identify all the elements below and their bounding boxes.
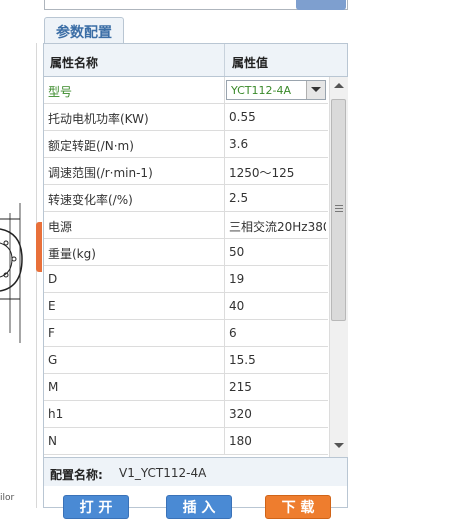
column-divider — [224, 104, 225, 131]
table-header: 属性名称 属性值 — [44, 44, 347, 77]
column-divider — [224, 239, 225, 266]
row-name: 托动电机功率(KW) — [48, 112, 149, 126]
table-row: G 15.5 — [44, 347, 328, 374]
header-property-value: 属性值 — [232, 56, 269, 70]
row-value: 1250～125 — [229, 166, 295, 180]
scroll-down-icon[interactable] — [334, 443, 344, 448]
table-row: 托动电机功率(KW) 0.55 — [44, 104, 328, 131]
column-divider — [224, 347, 225, 374]
table-row: E 40 — [44, 293, 328, 320]
column-divider — [224, 77, 225, 104]
parameter-panel: 属性名称 属性值 型号 YCT112-4A 托动电机功率(KW) 0.55 额定转… — [43, 43, 348, 519]
header-divider — [224, 44, 225, 76]
insert-button[interactable]: 插 入 — [166, 495, 232, 519]
collapse-toggle-handle[interactable] — [36, 222, 42, 272]
table-row: D 19 — [44, 266, 328, 293]
column-divider — [224, 266, 225, 293]
top-strip: ………… — [0, 0, 461, 14]
top-search-button[interactable] — [296, 0, 346, 10]
row-name: N — [48, 434, 57, 448]
table-row: 电源 三相交流20Hz380V — [44, 212, 328, 239]
drawing-caption: ilor — [0, 493, 15, 503]
table-row: 转速变化率(/%) 2.5 — [44, 185, 328, 212]
table-row: 型号 YCT112-4A — [44, 77, 328, 104]
table-row: 额定转距(/N·m) 3.6 — [44, 131, 328, 158]
row-value: 2.5 — [229, 191, 249, 205]
row-value: 3.6 — [229, 137, 249, 151]
column-divider — [224, 401, 225, 428]
grip-line — [335, 205, 343, 206]
model-select-value: YCT112-4A — [231, 84, 292, 97]
header-property-name: 属性名称 — [50, 56, 99, 70]
row-name: 调速范围(/r·min-1) — [48, 166, 153, 180]
grip-line — [335, 211, 343, 212]
row-name: 额定转距(/N·m) — [48, 139, 134, 153]
row-value: 40 — [229, 299, 245, 313]
row-name: h1 — [48, 407, 64, 421]
row-value: 180 — [229, 434, 252, 448]
row-name: 型号 — [48, 85, 73, 99]
row-name: 重量(kg) — [48, 247, 96, 261]
open-button[interactable]: 打 开 — [63, 495, 129, 519]
row-name: E — [48, 299, 56, 313]
tab-parameter-config[interactable]: 参数配置 — [44, 17, 124, 43]
row-value: 215 — [229, 380, 252, 394]
config-name-bar: 配置名称: V1_YCT112-4A — [44, 457, 347, 486]
column-divider — [224, 131, 225, 158]
grip-line — [335, 208, 343, 209]
row-value: 19 — [229, 272, 245, 286]
row-name: F — [48, 326, 55, 340]
table-row: M 215 — [44, 374, 328, 401]
row-name: D — [48, 272, 58, 286]
row-name: 转速变化率(/%) — [48, 193, 133, 207]
row-value: 50 — [229, 245, 245, 259]
config-name-label: 配置名称: — [50, 468, 103, 482]
column-divider — [224, 212, 225, 239]
config-name-value: V1_YCT112-4A — [119, 466, 207, 480]
table-row: 调速范围(/r·min-1) 1250～125 — [44, 158, 328, 185]
table-row: h1 320 — [44, 401, 328, 428]
column-divider — [224, 158, 225, 185]
row-name: 电源 — [48, 220, 73, 234]
chevron-down-icon[interactable] — [306, 81, 325, 99]
column-divider — [224, 374, 225, 401]
row-value: 0.55 — [229, 110, 256, 124]
table-row: F6 — [44, 320, 328, 347]
column-divider — [224, 293, 225, 320]
row-name: M — [48, 380, 59, 394]
download-button[interactable]: 下 载 — [265, 495, 331, 519]
row-value: 15.5 — [229, 353, 256, 367]
scroll-up-icon[interactable] — [334, 83, 344, 88]
column-divider — [224, 320, 225, 347]
table-row: N 180 — [44, 428, 328, 455]
row-name: G — [48, 353, 58, 367]
property-table: 型号 YCT112-4A 托动电机功率(KW) 0.55 额定转距(/N·m) 3.… — [44, 77, 328, 457]
column-divider — [224, 428, 225, 455]
row-value: 三相交流20Hz380V — [229, 220, 326, 234]
tab-label: 参数配置 — [56, 25, 112, 41]
model-select[interactable]: YCT112-4A — [226, 80, 326, 100]
row-value: 320 — [229, 407, 252, 421]
motor-drawing — [0, 203, 23, 343]
table-row: 重量(kg) 50 — [44, 239, 328, 266]
column-divider — [224, 185, 225, 212]
row-value: 6 — [229, 326, 237, 340]
scrollbar-thumb[interactable] — [331, 99, 346, 321]
table-scrollbar[interactable] — [329, 77, 348, 457]
drawing-preview-panel — [0, 43, 37, 508]
